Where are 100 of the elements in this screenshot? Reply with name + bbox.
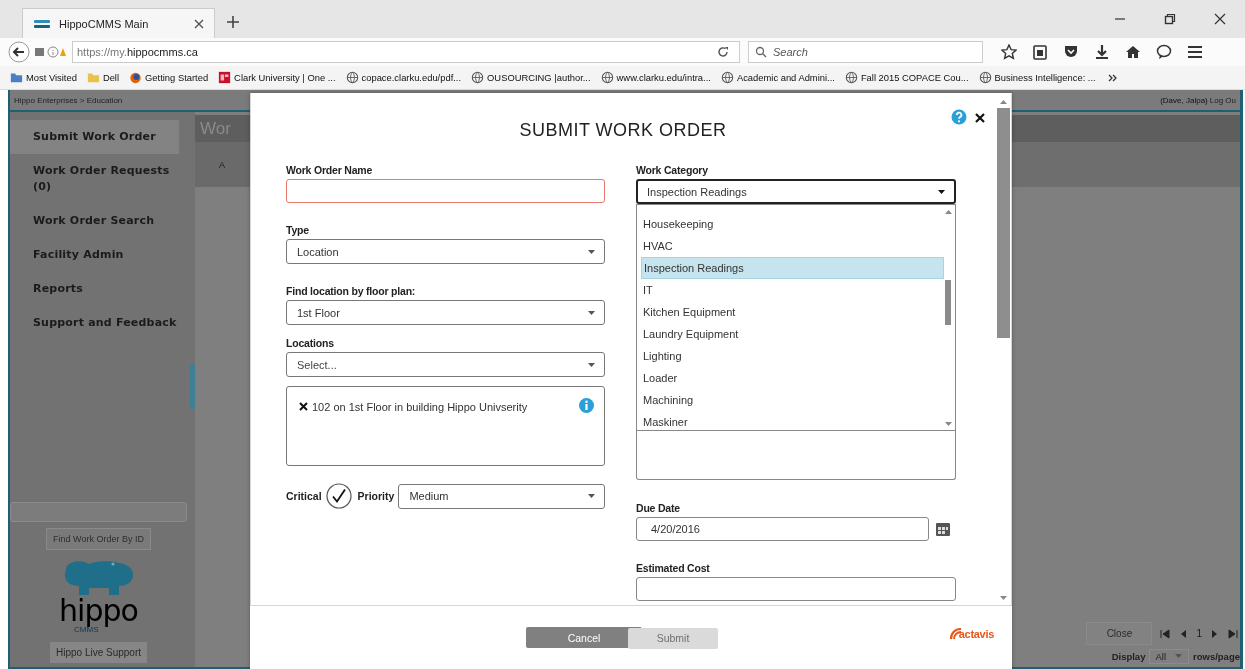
logo-text: hippo: [59, 596, 138, 626]
search-field[interactable]: [10, 502, 187, 522]
globe-icon: [978, 71, 992, 84]
dropdown-field[interactable]: Inspection Readings: [636, 179, 956, 204]
restore-icon[interactable]: [1164, 13, 1176, 25]
close-icon[interactable]: [1214, 13, 1226, 25]
field-label: Find location by floor plan:: [286, 285, 417, 298]
text-field[interactable]: [636, 577, 956, 601]
caret-icon: [1174, 653, 1183, 659]
bookmark-item[interactable]: Clark University | One ...: [218, 71, 336, 84]
page-info-icon: [34, 45, 66, 59]
dropdown-field[interactable]: 1st Floor: [286, 300, 605, 325]
live-support-button[interactable]: Hippo Live Support: [49, 642, 148, 663]
checkbox[interactable]: [325, 483, 352, 509]
text-field[interactable]: [286, 179, 605, 203]
address-field[interactable]: https://my.hippocmms.ca: [72, 41, 740, 63]
scroll-thumb[interactable]: [945, 280, 951, 325]
remove-icon[interactable]: [299, 402, 308, 411]
dropdown-option[interactable]: Machining: [641, 389, 944, 411]
field-label: Type: [286, 224, 310, 237]
new-tab-icon[interactable]: [227, 16, 239, 28]
logout-link[interactable]: Log Ou: [1209, 95, 1236, 105]
sidebar-item[interactable]: Support and Feedback: [10, 306, 187, 340]
close-button[interactable]: Close: [1086, 622, 1153, 645]
bookmark-item[interactable]: Business Intelligence: ...: [978, 71, 1096, 84]
search-field[interactable]: Search: [748, 41, 983, 63]
bookmark-item[interactable]: Academic and Admini...: [720, 71, 835, 84]
dropdown-option[interactable]: Kitchen Equipment: [641, 301, 944, 323]
globe-icon: [600, 71, 614, 84]
firefox-icon: [129, 71, 143, 84]
scroll-down-icon[interactable]: [999, 596, 1007, 601]
bookmark-item[interactable]: www.clarku.edu/intra...: [600, 71, 711, 84]
star-icon[interactable]: [1001, 44, 1017, 60]
rows-dropdown[interactable]: All: [1149, 648, 1189, 664]
field-label: Critical: [286, 490, 322, 502]
dropdown-option[interactable]: Laundry Equipment: [641, 323, 944, 345]
dropdown-option[interactable]: Housekeeping: [641, 213, 944, 235]
next-page-icon[interactable]: [1211, 628, 1219, 639]
dropdown-option[interactable]: HVAC: [641, 235, 944, 257]
page-number: 1: [1196, 628, 1202, 639]
caret-icon: [587, 248, 596, 255]
browser-tab[interactable]: HippoCMMS Main: [22, 8, 215, 38]
dropdown-option[interactable]: Maskiner: [641, 411, 944, 433]
date-field[interactable]: 4/20/2016: [636, 517, 929, 541]
scroll-down-icon[interactable]: [944, 422, 952, 427]
first-page-icon[interactable]: [1160, 628, 1171, 639]
previous-page-icon[interactable]: [1179, 628, 1188, 639]
menu-icon[interactable]: [1187, 44, 1203, 60]
bookmark-item[interactable]: Dell: [86, 71, 120, 84]
clipboard-icon[interactable]: [1032, 44, 1048, 60]
sidebar-item[interactable]: Work Order Requests (0): [10, 154, 187, 204]
bookmark-item[interactable]: Getting Started: [129, 71, 209, 84]
hippo-favicon-icon: [33, 17, 51, 30]
home-icon[interactable]: [1125, 44, 1141, 60]
university-icon: [218, 71, 232, 84]
dropdown-option[interactable]: IT: [641, 279, 944, 301]
scroll-thumb[interactable]: [996, 108, 1010, 338]
chat-icon[interactable]: [1156, 44, 1172, 60]
bookmark-item[interactable]: OUSOURCING |author...: [471, 71, 591, 84]
calendar-icon[interactable]: [935, 521, 951, 537]
dropdown-field[interactable]: Location: [286, 239, 605, 264]
close-icon[interactable]: [194, 18, 204, 29]
field-label: Estimated Cost: [636, 562, 711, 575]
bookmark-item[interactable]: Most Visited: [10, 71, 77, 84]
reload-icon[interactable]: [717, 46, 729, 58]
sidebar-item[interactable]: Work Order Search: [10, 204, 187, 238]
globe-icon: [471, 71, 485, 84]
last-page-icon[interactable]: [1228, 628, 1238, 639]
field-label: Due Date: [636, 502, 681, 515]
globe-icon: [720, 71, 734, 84]
download-icon[interactable]: [1094, 44, 1110, 60]
dropdown-field[interactable]: Select...: [286, 352, 605, 377]
sidebar-item[interactable]: Facility Admin: [10, 238, 187, 272]
dropdown-option[interactable]: Lighting: [641, 345, 944, 367]
dropdown-field[interactable]: Medium: [398, 483, 605, 509]
back-button-icon[interactable]: [8, 41, 30, 63]
logo-subtext: CMMS: [74, 626, 99, 634]
field-label: Work Order Name: [286, 164, 374, 177]
display-label: Display: [1111, 650, 1146, 662]
collapse-handle[interactable]: [190, 364, 195, 409]
caret-icon: [587, 309, 596, 316]
close-icon[interactable]: [975, 113, 985, 123]
chevron-icon[interactable]: [1107, 72, 1118, 83]
pocket-icon[interactable]: [1063, 44, 1079, 60]
scroll-up-icon[interactable]: [944, 209, 952, 214]
sidebar-item[interactable]: Submit Work Order: [10, 120, 179, 154]
scroll-up-icon[interactable]: [999, 99, 1007, 104]
globe-icon: [844, 71, 858, 84]
field-label: Locations: [286, 337, 335, 350]
caret-icon: [587, 493, 596, 499]
bookmark-item[interactable]: Fall 2015 COPACE Cou...: [844, 71, 969, 84]
help-icon[interactable]: [951, 109, 967, 125]
selected-location: 102 on 1st Floor in building Hippo Univserity: [312, 400, 529, 413]
sidebar-item[interactable]: Reports: [10, 272, 187, 306]
dropdown-option[interactable]: Inspection Readings: [641, 257, 944, 279]
info-icon[interactable]: [579, 398, 594, 413]
dropdown-option[interactable]: Loader: [641, 367, 944, 389]
bookmark-item[interactable]: copace.clarku.edu/pdf...: [345, 71, 462, 84]
user-name: (Dave, Jalpa): [1160, 95, 1208, 105]
field-label: Work Category: [636, 164, 709, 177]
